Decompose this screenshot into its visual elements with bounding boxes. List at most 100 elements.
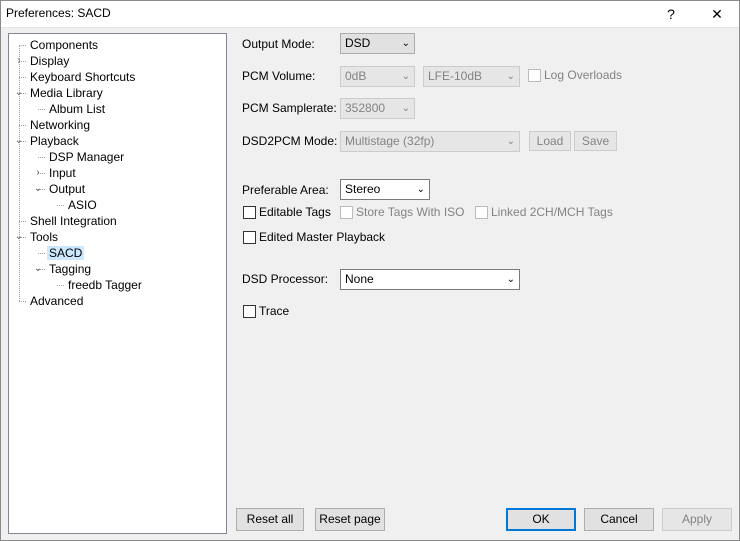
pcm-volume-label: PCM Volume: [242,69,316,83]
trace-checkbox[interactable]: Trace [243,305,289,319]
tree-item[interactable]: SACD [47,245,85,261]
log-overloads-label: Log Overloads [544,68,623,82]
dsd-processor-value: None [345,272,374,286]
tree-item-label: Advanced [30,294,84,308]
apply-button[interactable]: Apply [662,508,732,531]
tree-item[interactable]: Keyboard Shortcuts [28,69,137,85]
tree-item-label: Input [49,166,76,180]
checkbox-box [475,206,488,219]
reset-all-button[interactable]: Reset all [236,508,304,531]
tree-item-label: Display [30,54,70,68]
lfe-volume-select[interactable]: LFE-10dB ⌄ [423,66,520,87]
load-button[interactable]: Load [529,131,571,151]
close-button[interactable]: ✕ [694,0,740,28]
save-button[interactable]: Save [574,131,617,151]
pcm-volume-value: 0dB [345,69,367,83]
chevron-down-icon: ⌄ [401,71,410,82]
tree-item[interactable]: Display [28,53,71,69]
chevron-down-icon: ⌄ [416,184,425,195]
editable-tags-checkbox[interactable]: Editable Tags [243,206,331,220]
tree-connector [19,221,26,222]
pcm-samplerate-value: 352800 [345,101,386,115]
pcm-samplerate-select[interactable]: 352800 ⌄ [340,98,415,119]
tree-root-line [19,45,20,301]
output-mode-label: Output Mode: [242,37,315,51]
log-overloads-checkbox[interactable]: Log Overloads [528,69,622,83]
tree-item[interactable]: Tools [28,229,60,245]
dsd2pcm-mode-select[interactable]: Multistage (32fp) ⌄ [340,131,520,152]
checkbox-box [243,206,256,219]
tree-item[interactable]: DSP Manager [47,149,126,165]
tree-item[interactable]: Networking [28,117,92,133]
tree-item-label: DSP Manager [49,150,125,164]
tree-item-label: Album List [49,102,106,116]
tree-item-label: ASIO [68,198,97,212]
tree-item-label: SACD [47,246,85,260]
tree-connector [38,157,45,158]
dsd2pcm-mode-label: DSD2PCM Mode: [242,134,338,148]
tree-item-label: Networking [30,118,91,132]
tree-item-label: Keyboard Shortcuts [30,70,136,84]
dsd2pcm-mode-value: Multistage (32fp) [345,134,435,148]
cancel-button[interactable]: Cancel [584,508,654,531]
chevron-down-icon: ⌄ [506,274,515,285]
tree-connector [57,205,64,206]
pcm-samplerate-label: PCM Samplerate: [242,101,337,115]
tree-item-label: freedb Tagger [68,278,142,292]
store-tags-with-iso-checkbox[interactable]: Store Tags With ISO [340,206,465,220]
tree-connector [19,301,26,302]
tree-connector [57,285,64,286]
tree-item-label: Playback [30,134,79,148]
dsd-processor-select[interactable]: None ⌄ [340,269,520,290]
linked-tags-checkbox[interactable]: Linked 2CH/MCH Tags [475,206,613,220]
pcm-volume-select[interactable]: 0dB ⌄ [340,66,415,87]
tree-connector [38,109,45,110]
tree-item-label: Media Library [30,86,103,100]
tree-connector [19,45,26,46]
title-bar: Preferences: SACD ? ✕ [0,0,740,28]
tree-item-label: Tagging [49,262,92,276]
chevron-down-icon: ⌄ [401,38,410,49]
reset-page-button[interactable]: Reset page [315,508,385,531]
tree-item-label: Shell Integration [30,214,117,228]
tree-connector [19,77,26,78]
linked-tags-label: Linked 2CH/MCH Tags [491,205,613,219]
tree-item[interactable]: Tagging [47,261,93,277]
checkbox-box [340,206,353,219]
tree-connector [19,125,26,126]
tree-item[interactable]: Album List [47,101,107,117]
tree-item[interactable]: Playback [28,133,81,149]
expanded-icon[interactable]: ⌄ [33,181,43,197]
checkbox-box [243,305,256,318]
tree-item[interactable]: freedb Tagger [66,277,144,293]
preferences-tree[interactable]: Components › Display Keyboard Shortcuts ⌄ Med… [8,33,227,534]
preferable-area-select[interactable]: Stereo ⌄ [340,179,430,200]
trace-label: Trace [259,304,290,318]
tree-item-label: Output [49,182,86,196]
tree-item[interactable]: Output [47,181,87,197]
tree-item-label: Components [30,38,99,52]
dsd-processor-label: DSD Processor: [242,272,329,286]
tree-connector [38,253,45,254]
tree-item[interactable]: Media Library [28,85,105,101]
edited-master-playback-label: Edited Master Playback [259,230,386,244]
preferable-area-value: Stereo [345,182,381,196]
window-title: Preferences: SACD [6,6,111,20]
lfe-volume-value: LFE-10dB [428,69,483,83]
edited-master-playback-checkbox[interactable]: Edited Master Playback [243,231,385,245]
tree-item[interactable]: Shell Integration [28,213,119,229]
help-button[interactable]: ? [648,0,694,28]
expanded-icon[interactable]: ⌄ [33,261,43,277]
tree-item[interactable]: ASIO [66,197,99,213]
tree-item[interactable]: Advanced [28,293,85,309]
store-tags-with-iso-label: Store Tags With ISO [356,205,465,219]
tree-item-label: Tools [30,230,59,244]
tree-item[interactable]: Components [28,37,100,53]
tree-item[interactable]: Input [47,165,78,181]
checkbox-box [528,69,541,82]
collapsed-icon[interactable]: › [33,165,43,181]
chevron-down-icon: ⌄ [506,71,515,82]
output-mode-value: DSD [345,36,371,50]
output-mode-select[interactable]: DSD ⌄ [340,33,415,54]
ok-button[interactable]: OK [506,508,576,531]
